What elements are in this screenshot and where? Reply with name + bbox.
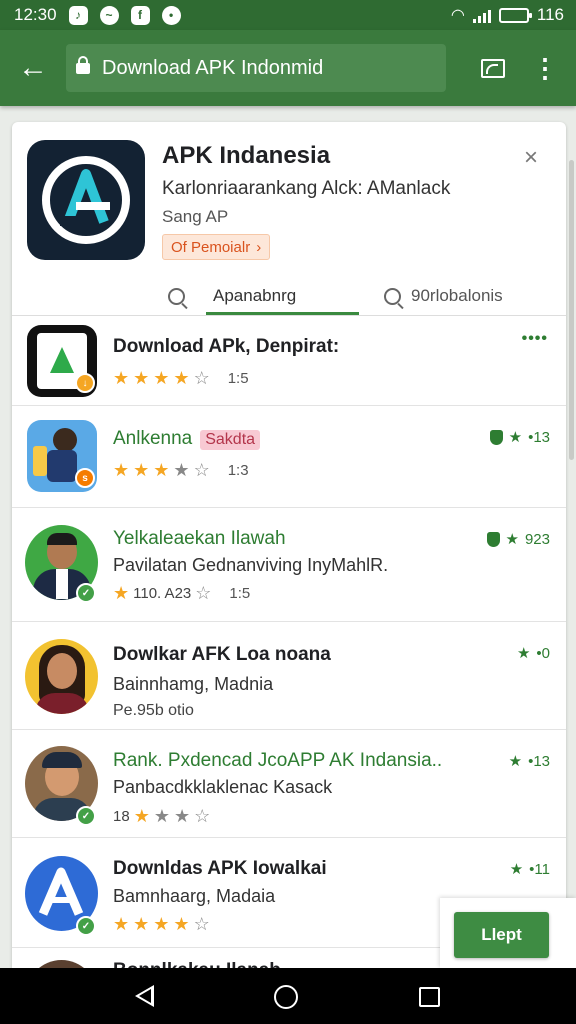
battery-text: 116 <box>536 5 564 24</box>
star-icon: ★ <box>508 429 523 446</box>
item-title-text: Anlkenna <box>113 428 193 449</box>
rating-count: 1:5 <box>229 585 251 602</box>
app-thumbnail: s <box>27 420 97 492</box>
search-icon <box>168 287 185 305</box>
item-right-value: 923 <box>524 530 550 548</box>
item-tag: Sakdta <box>200 430 261 450</box>
app-badge-icon: s <box>75 468 95 488</box>
verified-badge-icon: ✓ <box>76 806 96 826</box>
rating-prefix: 18 <box>113 808 130 825</box>
rating-count: 1:3 <box>227 462 249 479</box>
star-icon: ★ <box>516 645 531 662</box>
item-right-value: •13 <box>528 752 550 770</box>
primary-action-button[interactable]: Llept <box>454 912 549 958</box>
address-bar[interactable]: Download APK Indonmid <box>66 44 446 92</box>
search-icon <box>384 287 401 305</box>
browser-toolbar: ← Download APK Indonmid ⋮ <box>0 30 576 106</box>
app-description: Karlonriaarankang Alck: AManlack <box>162 178 451 199</box>
more-options-icon[interactable]: •••• <box>522 330 548 348</box>
more-vert-icon[interactable]: ⋮ <box>530 52 560 84</box>
item-right-meta: ★ •11 <box>509 860 550 879</box>
navigation-bar <box>0 968 576 1024</box>
app-subtitle: Sang AP <box>162 207 229 226</box>
close-icon[interactable]: × <box>524 144 538 172</box>
item-title: Download APk, Denpirat: <box>113 336 340 357</box>
item-subtitle: Pavilatan Gednanviving InyMahlR. <box>113 555 389 575</box>
nav-recents-icon[interactable] <box>419 987 440 1007</box>
item-right-meta: ★ 923 <box>486 530 550 548</box>
tiktok-icon: ♪ <box>68 5 88 25</box>
item-meta: Pe.95b otio <box>113 702 194 719</box>
tab-label: Apanabnrg <box>213 286 297 305</box>
rating-stars: ★ ★ ★ ★ ☆ 1:5 <box>113 368 249 388</box>
star-icon: ★ <box>508 753 523 770</box>
shield-icon <box>486 531 500 547</box>
app-badge-icon: ↓ <box>75 373 95 393</box>
rating-stars: ★ ★ ★ ★ ☆ <box>113 914 210 934</box>
tab-label: 90rlobalonis <box>411 286 503 305</box>
app-title: APK Indanesia <box>162 142 331 169</box>
facebook-icon: f <box>130 5 150 25</box>
item-right-meta: ★ •13 <box>489 428 550 446</box>
verified-badge-icon: ✓ <box>76 583 96 603</box>
item-right-value: •13 <box>528 428 550 446</box>
app-thumbnail: ↓ <box>27 325 97 397</box>
item-right-value: •0 <box>536 644 550 662</box>
nav-home-icon[interactable] <box>274 985 298 1009</box>
item-title: Rank. Pxdencad JcoAPP AK Indansia.. <box>113 750 443 771</box>
rating-prefix: 110. A23 <box>133 585 192 602</box>
item-right-meta: ★ •13 <box>508 752 550 771</box>
item-right-meta: ★ •0 <box>516 644 550 663</box>
tab-apanabnrg[interactable]: Apanabnrg <box>168 276 296 316</box>
list-item[interactable]: ✓ Rank. Pxdencad JcoAPP AK Indansia.. ★ … <box>12 730 566 838</box>
rating-stars: ★ ★ ★ ★ ☆ 1:3 <box>113 460 249 480</box>
item-title: Bonnlkakau Ilanab <box>113 960 281 968</box>
item-title: Dowlkar AFK Loa noana <box>113 644 331 665</box>
rating-count: 1:5 <box>227 370 249 387</box>
app-header: × APK Indanesia Karlonriaarankang Alck: … <box>12 122 566 316</box>
active-tab-indicator <box>206 312 359 315</box>
item-subtitle: Bamnhaarg, Madaia <box>113 886 276 906</box>
status-bar: 12:30 ♪ ~ f • ◠ 116 <box>0 0 576 30</box>
chat-icon: • <box>161 5 181 25</box>
battery-icon <box>498 7 532 23</box>
url-text: Download APK Indonmid <box>102 56 324 79</box>
shield-icon <box>489 429 503 445</box>
verified-badge-icon: ✓ <box>76 916 96 936</box>
messenger-icon: ~ <box>99 5 119 25</box>
item-title: Downldas APK Iowalkai <box>113 858 327 879</box>
tab-90rlobalonis[interactable]: 90rlobalonis <box>384 276 503 316</box>
avatar <box>25 639 98 714</box>
content-card: × APK Indanesia Karlonriaarankang Alck: … <box>12 122 566 968</box>
chevron-right-icon: › <box>256 238 262 256</box>
signal-icon <box>472 7 491 23</box>
back-arrow-icon[interactable]: ← <box>0 30 66 106</box>
item-title: Yelkaleaekan Ilawah <box>113 528 286 549</box>
app-logo-icon <box>27 140 145 260</box>
star-icon: ★ <box>509 861 524 878</box>
wifi-icon: ◠ <box>450 7 465 24</box>
item-subtitle: Bainnhamg, Madnia <box>113 674 274 694</box>
avatar <box>25 960 98 968</box>
item-title: Anlkenna Sakdta <box>113 428 261 450</box>
scrollbar[interactable] <box>569 160 574 460</box>
chip-label: Of Pemoialr <box>171 238 251 256</box>
cast-icon[interactable] <box>480 52 506 84</box>
clock: 12:30 <box>14 5 57 24</box>
lock-icon <box>76 56 90 78</box>
star-icon: ★ <box>505 531 519 548</box>
item-subtitle: Panbacdkklaklenac Kasack <box>113 777 333 797</box>
list-item[interactable]: ✓ Yelkaleaekan Ilawah ★ 923 Pavilatan Ge… <box>12 508 566 622</box>
item-right-value: •11 <box>529 860 550 878</box>
list-item[interactable]: s Anlkenna Sakdta ★ •13 ★ ★ ★ ★ ☆ 1:3 <box>12 406 566 508</box>
list-item[interactable]: ↓ Download APk, Denpirat: •••• ★ ★ ★ ★ ☆ 1:5 <box>12 316 566 406</box>
list-item[interactable]: Dowlkar AFK Loa noana ★ •0 Bainnhamg, Ma… <box>12 622 566 730</box>
rating-stars: 18 ★ ★ ★ ☆ <box>113 806 211 826</box>
promo-chip[interactable]: Of Pemoialr › <box>162 234 271 260</box>
nav-back-icon[interactable] <box>135 985 154 1007</box>
rating-stars: ★ 110. A23 ☆ 1:5 <box>113 583 251 603</box>
